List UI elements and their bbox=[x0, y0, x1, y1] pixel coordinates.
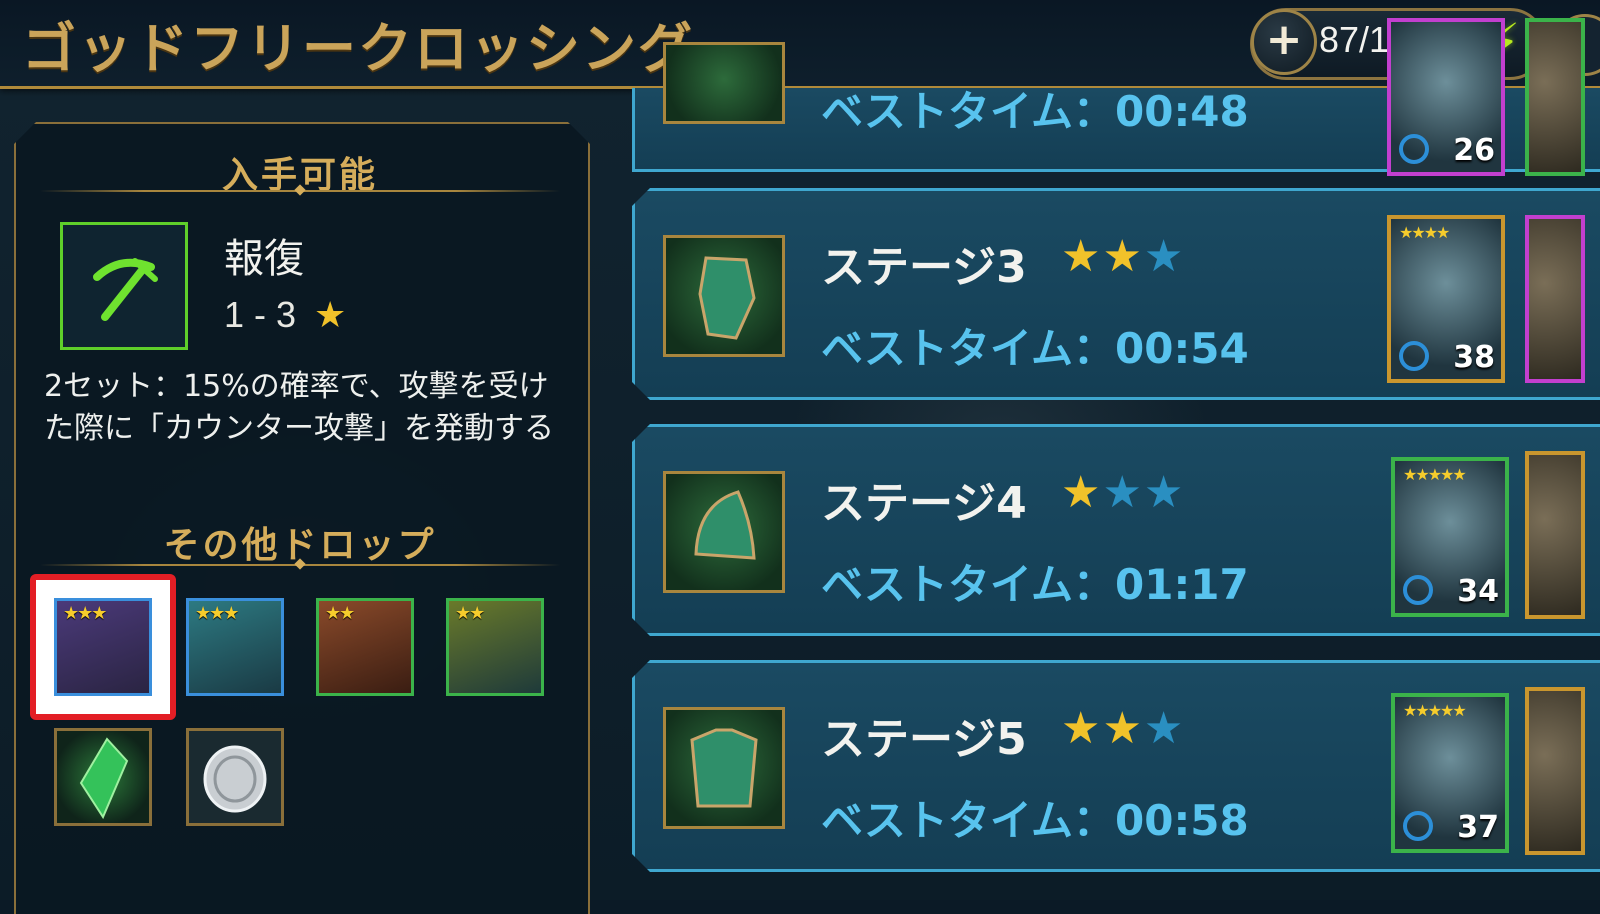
star-icon: ★ bbox=[314, 294, 347, 335]
drop-champion-4[interactable]: ★★ bbox=[446, 598, 544, 696]
champion-stars: ★★★★★ bbox=[1403, 701, 1465, 720]
chest-armor-icon bbox=[666, 710, 782, 826]
drop-champion-2[interactable]: ★★★ bbox=[186, 598, 284, 696]
champion-level: 34 bbox=[1457, 574, 1499, 609]
stage-item-icon bbox=[663, 707, 785, 829]
drop-silver-coin[interactable] bbox=[186, 728, 284, 826]
stage-item-icon bbox=[663, 42, 785, 124]
gauntlet-icon bbox=[666, 238, 782, 354]
silver-coin-icon bbox=[203, 745, 267, 813]
champion-portrait[interactable]: ★★★★ 38 bbox=[1387, 215, 1505, 383]
stage-card-5[interactable]: ステージ5 ★★★ ベストタイム：00:58 ★★★★★ 37 bbox=[632, 660, 1600, 872]
affinity-icon bbox=[1403, 811, 1433, 841]
champion-portrait[interactable]: ★★★★★ 34 bbox=[1391, 457, 1509, 617]
stage-title: ステージ4 bbox=[821, 478, 1027, 529]
stage-stars: ★★★ bbox=[1061, 467, 1186, 518]
champion-level: 26 bbox=[1453, 133, 1495, 168]
champion-portrait[interactable]: ★★★★★ 37 bbox=[1391, 693, 1509, 853]
stage-card-4[interactable]: ステージ4 ★★★ ベストタイム：01:17 ★★★★★ 34 bbox=[632, 424, 1600, 636]
pickaxe-icon bbox=[93, 258, 158, 321]
stage-item-icon bbox=[663, 471, 785, 593]
best-time: ベストタイム：01:17 bbox=[821, 560, 1249, 609]
drop-stars: ★★ bbox=[455, 603, 485, 624]
available-divider bbox=[40, 190, 560, 192]
set-icon bbox=[60, 222, 188, 350]
page-title: ゴッドフリークロッシング bbox=[22, 16, 694, 80]
champion-portrait-partial[interactable] bbox=[1525, 215, 1585, 383]
add-energy-button[interactable]: + bbox=[1251, 9, 1317, 75]
champion-level: 38 bbox=[1453, 340, 1495, 375]
set-description: 2セット：15%の確率で、攻撃を受けた際に「カウンター攻撃」を発動する bbox=[44, 369, 554, 446]
stage-title: ステージ3 bbox=[821, 242, 1027, 293]
set-range-text: 1 - 3 bbox=[224, 294, 297, 335]
mystery-shard-icon bbox=[79, 737, 129, 820]
other-drops-divider bbox=[40, 564, 560, 566]
stage-item-icon bbox=[663, 235, 785, 357]
drop-champion-1[interactable]: ★★★ bbox=[54, 598, 152, 696]
drop-stars: ★★★ bbox=[195, 603, 239, 624]
champion-portrait[interactable]: 26 bbox=[1387, 18, 1505, 176]
champion-portrait-partial[interactable] bbox=[1525, 687, 1585, 855]
stage-card-3[interactable]: ステージ3 ★★★ ベストタイム：00:54 ★★★★ 38 bbox=[632, 188, 1600, 400]
champion-level: 37 bbox=[1457, 810, 1499, 845]
affinity-icon bbox=[1403, 575, 1433, 605]
stage-stars: ★★★ bbox=[1061, 231, 1186, 282]
stage-stars: ★★★ bbox=[1061, 703, 1186, 754]
stage-title: ステージ5 bbox=[821, 714, 1027, 765]
champion-stars: ★★★★ bbox=[1399, 223, 1449, 242]
set-name: 報復 bbox=[224, 236, 304, 282]
champion-portrait-partial[interactable] bbox=[1525, 18, 1585, 176]
drop-stars: ★★★ bbox=[63, 603, 107, 624]
champion-stars: ★★★★★ bbox=[1403, 465, 1465, 484]
best-time: ベストタイム：00:54 bbox=[821, 324, 1249, 373]
stage-card-2[interactable]: ベストタイム：00:48 26 bbox=[632, 18, 1600, 176]
drop-champion-3[interactable]: ★★ bbox=[316, 598, 414, 696]
top-bar: ゴッドフリークロッシング + 87/106 ⚡ bbox=[0, 0, 1600, 89]
drop-stars: ★★ bbox=[325, 603, 355, 624]
best-time: ベストタイム：00:48 bbox=[821, 87, 1249, 136]
best-time: ベストタイム：00:58 bbox=[821, 796, 1249, 845]
set-rarity-range: 1 - 3 ★ bbox=[224, 294, 346, 336]
affinity-icon bbox=[1399, 341, 1429, 371]
drop-shard[interactable] bbox=[54, 728, 152, 826]
champion-portrait-partial[interactable] bbox=[1525, 451, 1585, 619]
helmet-icon bbox=[666, 474, 782, 590]
affinity-icon bbox=[1399, 134, 1429, 164]
